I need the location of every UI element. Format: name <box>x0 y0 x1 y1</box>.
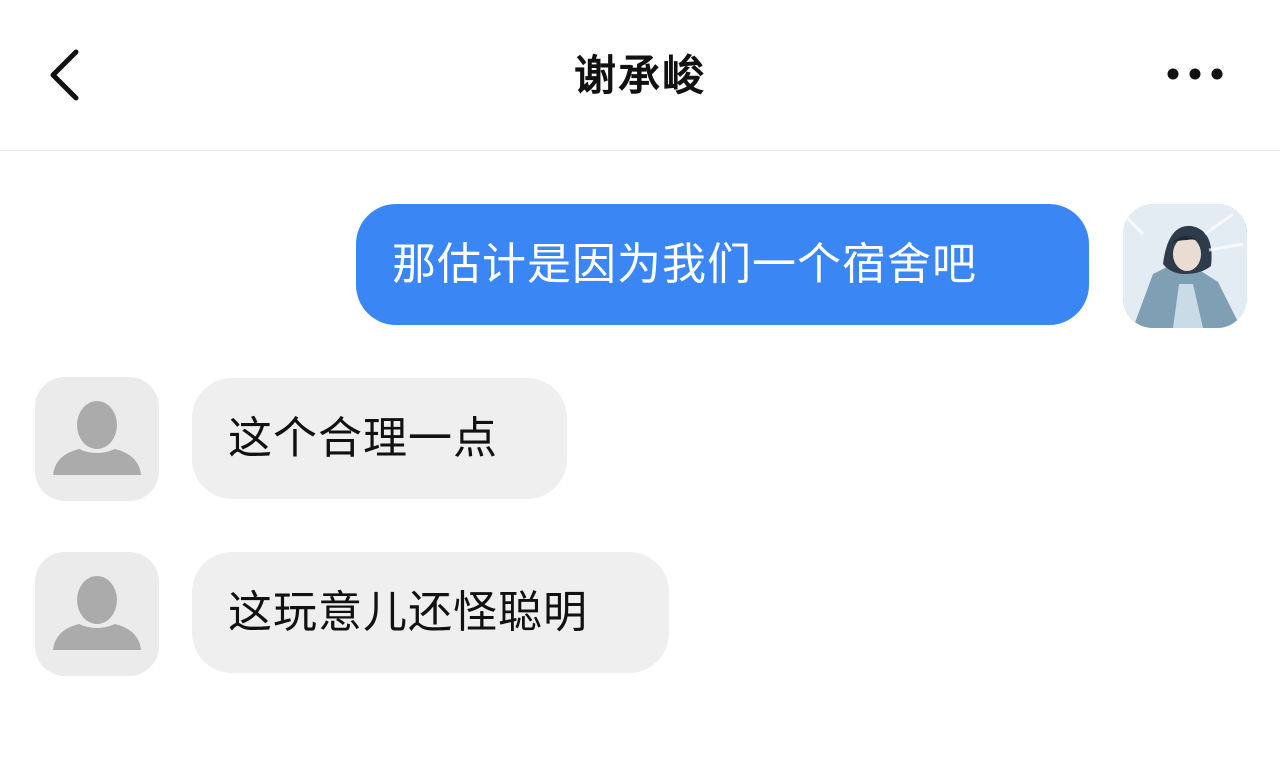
message-text: 这个合理一点 <box>228 412 498 464</box>
incoming-message-bubble[interactable]: 这玩意儿还怪聪明 <box>192 552 669 673</box>
user-photo-image <box>1123 204 1247 328</box>
message-text: 那估计是因为我们一个宿舍吧 <box>392 238 977 290</box>
more-horizontal-icon <box>1167 68 1223 80</box>
default-person-avatar[interactable] <box>35 377 159 501</box>
incoming-message-bubble[interactable]: 这个合理一点 <box>192 378 567 499</box>
contact-name-title: 谢承峻 <box>573 51 706 100</box>
default-person-avatar[interactable] <box>35 552 159 676</box>
chat-screen: 谢承峻 那估计是因为我们一个宿舍吧 这个合理一点 这玩意儿还怪聪明 <box>0 0 1280 760</box>
user-photo-avatar[interactable] <box>1123 204 1247 328</box>
chat-header: 谢承峻 <box>0 0 1280 151</box>
more-options-button[interactable] <box>1158 52 1232 96</box>
person-silhouette-icon <box>53 401 141 475</box>
person-silhouette-icon <box>53 576 141 650</box>
message-text: 这玩意儿还怪聪明 <box>228 586 588 638</box>
outgoing-message-bubble[interactable]: 那估计是因为我们一个宿舍吧 <box>356 204 1089 325</box>
